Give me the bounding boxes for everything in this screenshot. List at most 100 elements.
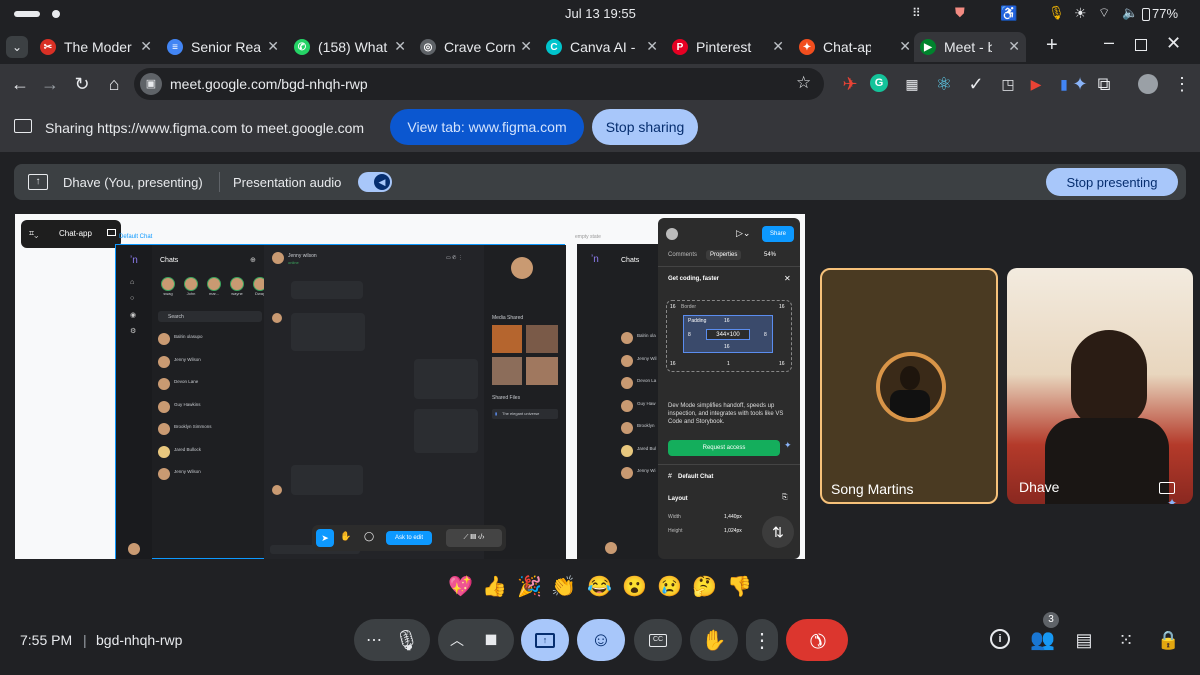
chat-icon[interactable]: ▤ — [1073, 629, 1095, 651]
tab-favicon-icon: ✆ — [294, 39, 310, 55]
more-video-options-button[interactable]: ︿ ◼︎ — [438, 619, 514, 661]
participant-tile-dhave[interactable]: Dhave ✦ — [1007, 268, 1193, 504]
margin-bottom-right: 16 — [779, 361, 785, 367]
tab-close-icon[interactable]: ✕ — [520, 38, 532, 55]
close-window-button[interactable]: ✕ — [1166, 33, 1181, 54]
chat-avatar — [158, 333, 170, 345]
view-tab-button[interactable]: View tab: www.figma.com — [390, 109, 584, 145]
tab-0[interactable]: ✂ The Moder ✕ — [34, 32, 158, 62]
tab-close-icon[interactable]: ✕ — [772, 38, 784, 55]
reaction-emoji-button[interactable]: 🎉 — [517, 575, 542, 599]
captions-button[interactable]: CC — [634, 619, 682, 661]
reaction-emoji-button[interactable]: 😂 — [587, 575, 612, 599]
profile-avatar[interactable] — [1138, 74, 1158, 94]
present-play-icon[interactable]: ▷⌄ — [736, 228, 750, 239]
figma-bottom-toolbar: ➤ ✋ ◯ Ask to edit ⟋ ▤ ‹/› — [312, 525, 506, 551]
more-audio-options-button[interactable]: ⋯ 🎙 — [354, 619, 430, 661]
tab-close-icon[interactable]: ✕ — [899, 38, 911, 55]
move-tool-icon[interactable]: ➤ — [316, 529, 334, 547]
tab-5[interactable]: P Pinterest ✕ — [666, 32, 790, 62]
search-field: Search — [158, 311, 262, 322]
chat-name: Balrin olasupo — [174, 334, 203, 339]
tab-2[interactable]: ✆ (158) What ✕ — [288, 32, 412, 62]
layers-icon[interactable]: ◳ — [998, 74, 1018, 94]
leave-call-button[interactable]: ✆ — [786, 619, 848, 661]
back-button[interactable]: ← — [10, 74, 30, 94]
host-controls-lock-icon[interactable]: 🔒 — [1157, 629, 1179, 651]
reaction-emoji-button[interactable]: 🤔 — [692, 575, 717, 599]
tab-close-icon[interactable]: ✕ — [646, 38, 658, 55]
site-info-icon[interactable]: ▣ — [140, 73, 162, 95]
home-button[interactable]: ⌂ — [104, 74, 124, 94]
ellipsis-icon: ⋯ — [366, 632, 382, 649]
tab-1[interactable]: ≡ Senior Rea ✕ — [161, 32, 285, 62]
mode-toggle[interactable]: ⟋ ▤ ‹/› — [446, 529, 502, 547]
swap-arrows-button[interactable]: ⇅ — [762, 516, 794, 548]
message-bubble-sent — [414, 359, 478, 399]
promo-close-icon[interactable]: ✕ — [784, 274, 791, 283]
sidebar-toggle-icon[interactable] — [107, 229, 116, 236]
comment-tool-icon[interactable]: ◯ — [364, 531, 374, 542]
pip-icon[interactable] — [1159, 482, 1175, 494]
more-options-button[interactable]: ⋮ — [746, 619, 778, 661]
figma-menu-icon[interactable]: ⌗⌄ — [29, 228, 38, 239]
minimize-button[interactable]: – — [1104, 32, 1114, 53]
reaction-emoji-button[interactable]: 💖 — [448, 575, 473, 599]
hand-tool-icon[interactable]: ✋ — [340, 531, 351, 542]
reaction-emoji-button[interactable]: 😢 — [657, 575, 682, 599]
more-menu-icon[interactable]: ⋮ — [1172, 74, 1192, 94]
reaction-emoji-button[interactable]: 👏 — [551, 575, 576, 599]
reaction-emoji-button[interactable]: 😮 — [622, 575, 647, 599]
qr-icon[interactable]: ▦ — [902, 74, 922, 94]
box-model: Border 16 16 Padding 16 8 344×100 8 16 1… — [666, 300, 792, 372]
comments-tab[interactable]: Comments — [668, 252, 697, 258]
media-shared-label: Media Shared — [492, 315, 524, 321]
raise-hand-button[interactable]: ✋ — [690, 619, 738, 661]
tab-4[interactable]: C Canva AI - ✕ — [540, 32, 664, 62]
stop-presenting-button[interactable]: Stop presenting — [1046, 168, 1178, 196]
share-button[interactable]: Share — [762, 226, 794, 242]
restore-button[interactable] — [1135, 39, 1147, 51]
emoji-reactions-button[interactable]: ☺ — [577, 619, 625, 661]
meeting-details-icon[interactable]: i — [990, 629, 1012, 651]
extensions-puzzle-icon[interactable]: ⧉ — [1094, 74, 1114, 94]
tab-close-icon[interactable]: ✕ — [394, 38, 406, 55]
present-button[interactable]: ↑ — [521, 619, 569, 661]
ask-to-edit-button[interactable]: Ask to edit — [386, 531, 432, 545]
new-tab-button[interactable]: + — [1046, 34, 1058, 57]
reload-button[interactable]: ↻ — [72, 74, 92, 94]
tab-7[interactable]: ▶ Meet - b ✕ — [914, 32, 1026, 62]
copy-icon[interactable]: ⎘ — [782, 494, 788, 502]
audio-toggle[interactable]: ◀ — [358, 172, 392, 192]
request-access-button[interactable]: Request access — [668, 440, 780, 456]
mic-status-icon: 🎙 — [1048, 5, 1065, 20]
zoom-level[interactable]: 54% — [764, 252, 776, 258]
tab-6[interactable]: ✦ Chat-ap ✕ — [793, 32, 917, 62]
youtube-ext-icon[interactable]: ▶ — [1026, 74, 1046, 94]
people-icon[interactable]: 👥 — [1030, 629, 1055, 651]
activities-icon[interactable]: ⁙ — [1115, 629, 1137, 651]
reaction-emoji-button[interactable]: 👎 — [727, 575, 752, 599]
tab-favicon-icon: C — [546, 39, 562, 55]
address-bar[interactable]: ▣ meet.google.com/bgd-nhqh-rwp ☆ — [134, 68, 824, 100]
check-circle-icon[interactable]: ✓ — [966, 74, 986, 94]
grammarly-icon[interactable]: G — [870, 74, 890, 94]
star-ext-icon[interactable]: ✦ — [1070, 74, 1090, 94]
react-devtools-icon[interactable]: ⚛ — [934, 74, 954, 94]
properties-tab[interactable]: Properties — [706, 250, 742, 260]
tab-close-icon[interactable]: ✕ — [1008, 38, 1020, 55]
participant-avatar — [876, 352, 946, 422]
participant-tile-song-martins[interactable]: Song Martins — [820, 268, 998, 504]
extension-rocket-icon[interactable]: ✈ — [840, 74, 860, 94]
tab-search-button[interactable]: ⌄ — [6, 36, 28, 58]
tab-close-icon[interactable]: ✕ — [140, 38, 152, 55]
bookmark-star-icon[interactable]: ☆ — [796, 73, 811, 93]
tab-close-icon[interactable]: ✕ — [267, 38, 279, 55]
figma-file-chip[interactable]: ⌗⌄ Chat-app — [21, 220, 121, 248]
reaction-emoji-button[interactable]: 👍 — [482, 575, 507, 599]
stop-sharing-button[interactable]: Stop sharing — [592, 109, 698, 145]
tab-3[interactable]: ◎ Crave Corn ✕ — [414, 32, 538, 62]
forward-button[interactable]: → — [40, 74, 60, 94]
padding-label: Padding — [688, 318, 707, 324]
chat-name: Balrin ola — [637, 333, 656, 338]
